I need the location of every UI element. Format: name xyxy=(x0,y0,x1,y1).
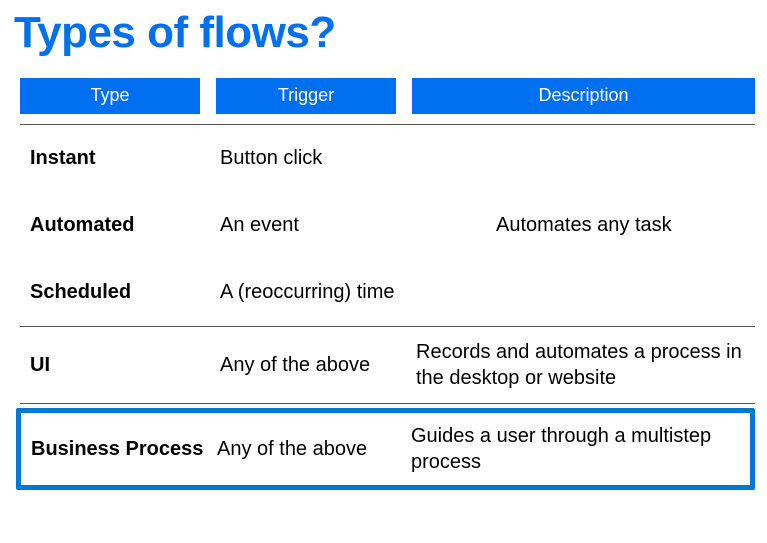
cell-description: Automates any task xyxy=(416,214,755,237)
cell-type: Business Process xyxy=(31,438,217,461)
cell-trigger: Button click xyxy=(220,147,416,170)
cell-description: Records and automates a process in the d… xyxy=(416,339,755,391)
table-header-row: Type Trigger Description xyxy=(20,78,755,114)
cell-type: Instant xyxy=(30,147,220,170)
separator xyxy=(20,403,755,404)
slide-title: Types of flows? xyxy=(0,0,767,58)
cell-type: UI xyxy=(30,354,220,377)
header-description: Description xyxy=(412,78,755,114)
cell-trigger: Any of the above xyxy=(217,438,411,461)
table-row: Automated An event Automates any task xyxy=(20,192,755,259)
cell-trigger: Any of the above xyxy=(220,354,416,377)
cell-trigger: An event xyxy=(220,214,416,237)
cell-type: Scheduled xyxy=(30,281,220,304)
cell-type: Automated xyxy=(30,214,220,237)
header-type: Type xyxy=(20,78,200,114)
table-row: Instant Button click xyxy=(20,125,755,192)
cell-trigger: A (reoccurring) time xyxy=(220,281,416,304)
table-body: Instant Button click Automated An event … xyxy=(20,125,755,490)
header-trigger: Trigger xyxy=(216,78,396,114)
flows-table: Type Trigger Description Instant Button … xyxy=(0,58,767,490)
cell-description: Guides a user through a multistep proces… xyxy=(411,423,748,475)
table-row: Scheduled A (reoccurring) time xyxy=(20,259,755,326)
table-row: UI Any of the above Records and automate… xyxy=(20,327,755,403)
table-row-highlighted: Business Process Any of the above Guides… xyxy=(16,408,755,490)
